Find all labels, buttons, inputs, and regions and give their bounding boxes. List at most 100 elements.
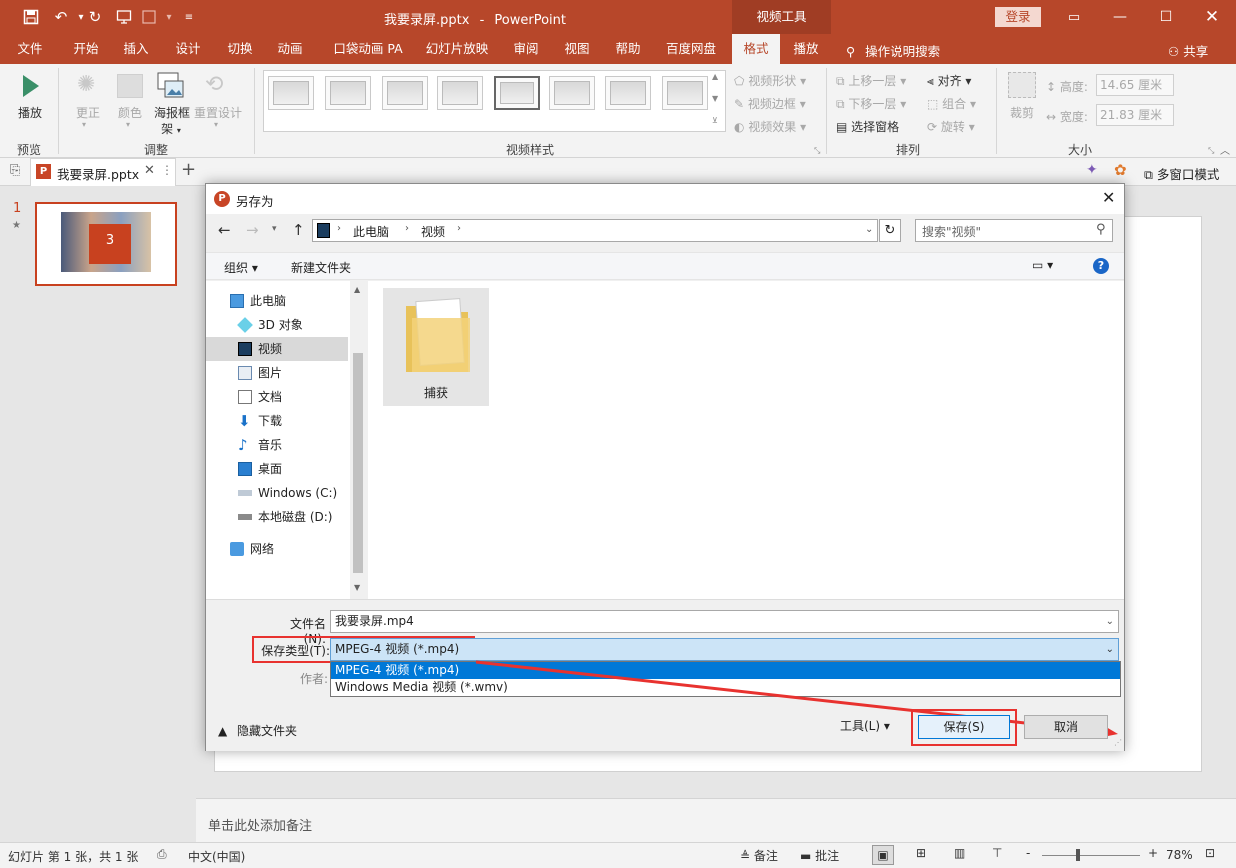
nav-videos[interactable]: 视频 xyxy=(206,337,348,361)
tab-animations[interactable]: 动画 xyxy=(270,34,310,64)
selection-pane-button[interactable]: ▤ 选择窗格 xyxy=(836,118,899,135)
video-style-1[interactable] xyxy=(268,76,314,110)
poster-frame-button[interactable]: 海报框 xyxy=(150,104,194,121)
tell-me-search[interactable]: ⚲ 操作说明搜索 xyxy=(846,41,940,60)
poster-frame-button-line2[interactable]: 架 ▾ xyxy=(156,120,186,137)
tab-file[interactable]: 文件 xyxy=(10,34,50,64)
address-bar[interactable]: › 此电脑 › 视频 › ⌄ xyxy=(312,219,878,242)
language-status[interactable]: 中文(中国) xyxy=(188,848,245,865)
video-styles-launcher-icon[interactable]: ⤡ xyxy=(814,146,820,156)
normal-view-icon[interactable]: ▣ xyxy=(872,845,894,865)
filename-input[interactable]: 我要录屏.mp4 ⌄ xyxy=(330,610,1119,633)
nav-this-pc[interactable]: 此电脑 xyxy=(206,289,348,313)
tools-button[interactable]: 工具(L) ▾ xyxy=(840,717,890,734)
nav-documents[interactable]: 文档 xyxy=(206,385,348,409)
nav-desktop[interactable]: 桌面 xyxy=(206,457,348,481)
nav-pictures[interactable]: 图片 xyxy=(206,361,348,385)
tab-home[interactable]: 开始 xyxy=(66,34,106,64)
zoom-out-button[interactable]: - xyxy=(1026,846,1030,860)
gallery-scroll-up-icon[interactable]: ▲ xyxy=(712,72,718,81)
reading-view-icon[interactable]: ▥ xyxy=(954,846,965,860)
tab-baidu-netdisk[interactable]: 百度网盘 xyxy=(660,34,722,64)
search-box[interactable]: 搜索"视频" ⚲ xyxy=(915,219,1113,242)
slideshow-view-icon[interactable]: ⊤ xyxy=(992,846,1002,860)
video-style-6[interactable] xyxy=(549,76,595,110)
close-icon[interactable]: ✕ xyxy=(1201,6,1223,28)
shape-icon[interactable] xyxy=(138,6,160,28)
new-tab-icon[interactable]: + xyxy=(181,159,196,180)
video-style-7[interactable] xyxy=(605,76,651,110)
height-input[interactable]: 14.65 厘米 xyxy=(1096,74,1174,96)
gallery-more-icon[interactable]: ⊻ xyxy=(712,116,718,125)
up-arrow-icon[interactable]: ↑ xyxy=(292,221,305,239)
align-button[interactable]: ⫷ 对齐 ▾ xyxy=(927,72,971,89)
back-arrow-icon[interactable]: ← xyxy=(218,221,231,239)
collapse-ribbon-icon[interactable]: ︿ xyxy=(1220,142,1230,157)
tab-review[interactable]: 审阅 xyxy=(506,34,546,64)
settings-gear-icon[interactable]: ✿ xyxy=(1114,161,1127,179)
recent-locations-icon[interactable]: ▾ xyxy=(272,224,277,234)
zoom-slider-thumb[interactable] xyxy=(1076,849,1080,861)
undo-icon[interactable]: ↶ xyxy=(50,6,72,28)
nav-scrollbar[interactable]: ▲ ▼ xyxy=(350,281,366,599)
ribbon-display-options-icon[interactable]: ▭ xyxy=(1063,6,1085,28)
help-icon[interactable]: ? xyxy=(1093,258,1109,274)
nav-drive-d[interactable]: 本地磁盘 (D:) xyxy=(206,505,348,529)
redo-icon[interactable]: ↻ xyxy=(84,6,106,28)
from-beginning-icon[interactable] xyxy=(113,6,135,28)
zoom-in-button[interactable]: + xyxy=(1148,846,1158,860)
scroll-up-icon[interactable]: ▲ xyxy=(354,285,360,294)
gallery-scroll-down-icon[interactable]: ▼ xyxy=(712,94,718,103)
play-icon[interactable] xyxy=(22,74,40,101)
save-button[interactable]: 保存(S) xyxy=(918,715,1010,739)
nav-3d-objects[interactable]: 3D 对象 xyxy=(206,313,348,337)
slide-thumbnail[interactable]: 3 xyxy=(35,202,177,286)
refresh-icon[interactable]: ↻ xyxy=(879,219,901,242)
breadcrumb-this-pc[interactable]: 此电脑 xyxy=(353,223,389,240)
magic-icon[interactable]: ✦ xyxy=(1086,162,1098,178)
scroll-thumb[interactable] xyxy=(353,353,363,573)
customize-toolbar-icon[interactable]: ≡ xyxy=(178,6,200,28)
nav-network[interactable]: 网络 xyxy=(206,537,348,561)
login-button[interactable]: 登录 xyxy=(995,7,1041,27)
address-dropdown-icon[interactable]: ⌄ xyxy=(865,224,873,235)
fit-to-window-icon[interactable]: ⊡ xyxy=(1205,846,1215,860)
view-options-icon[interactable]: ▭ ▾ xyxy=(1032,258,1053,272)
new-folder-button[interactable]: 新建文件夹 xyxy=(291,259,351,276)
minimize-icon[interactable]: — xyxy=(1109,6,1131,28)
share-button[interactable]: ⚇ 共享 xyxy=(1168,41,1208,60)
video-style-5[interactable] xyxy=(494,76,540,110)
breadcrumb-videos[interactable]: 视频 xyxy=(421,223,445,240)
save-icon[interactable] xyxy=(20,6,42,28)
spellcheck-icon[interactable]: ⎙ xyxy=(157,847,167,862)
maximize-icon[interactable]: ☐ xyxy=(1155,6,1177,28)
video-style-2[interactable] xyxy=(325,76,371,110)
slide-sorter-icon[interactable]: ⊞ xyxy=(916,846,926,860)
hide-folders-button[interactable]: ▲ 隐藏文件夹 xyxy=(218,722,297,739)
zoom-level[interactable]: 78% xyxy=(1166,848,1193,862)
notes-toggle-button[interactable]: ≜ 备注 xyxy=(740,847,778,864)
tab-help[interactable]: 帮助 xyxy=(608,34,648,64)
comments-button[interactable]: ▬ 批注 xyxy=(800,847,839,864)
tab-menu-icon[interactable]: ⋮ xyxy=(161,163,173,177)
tab-insert[interactable]: 插入 xyxy=(116,34,156,64)
tab-pocket-animation[interactable]: 口袋动画 PA xyxy=(328,34,408,64)
scroll-down-icon[interactable]: ▼ xyxy=(354,583,360,592)
cancel-button[interactable]: 取消 xyxy=(1024,715,1108,739)
video-style-8[interactable] xyxy=(662,76,708,110)
organize-button[interactable]: 组织 ▾ xyxy=(224,259,258,276)
notes-placeholder[interactable]: 单击此处添加备注 xyxy=(208,815,312,834)
tab-design[interactable]: 设计 xyxy=(168,34,208,64)
video-style-3[interactable] xyxy=(382,76,428,110)
play-button-label[interactable]: 播放 xyxy=(10,104,50,121)
dialog-close-icon[interactable]: ✕ xyxy=(1102,188,1115,207)
resize-grip-icon[interactable]: ⋰ xyxy=(1114,738,1122,747)
nav-drive-c[interactable]: Windows (C:) xyxy=(206,481,348,505)
tab-slideshow[interactable]: 幻灯片放映 xyxy=(422,34,492,64)
notes-pane[interactable] xyxy=(196,798,1236,842)
tab-transitions[interactable]: 切换 xyxy=(220,34,260,64)
file-manager-icon[interactable]: ⎘ xyxy=(10,163,20,178)
tab-view[interactable]: 视图 xyxy=(557,34,597,64)
size-launcher-icon[interactable]: ⤡ xyxy=(1208,146,1214,156)
close-tab-icon[interactable]: ✕ xyxy=(144,163,155,178)
